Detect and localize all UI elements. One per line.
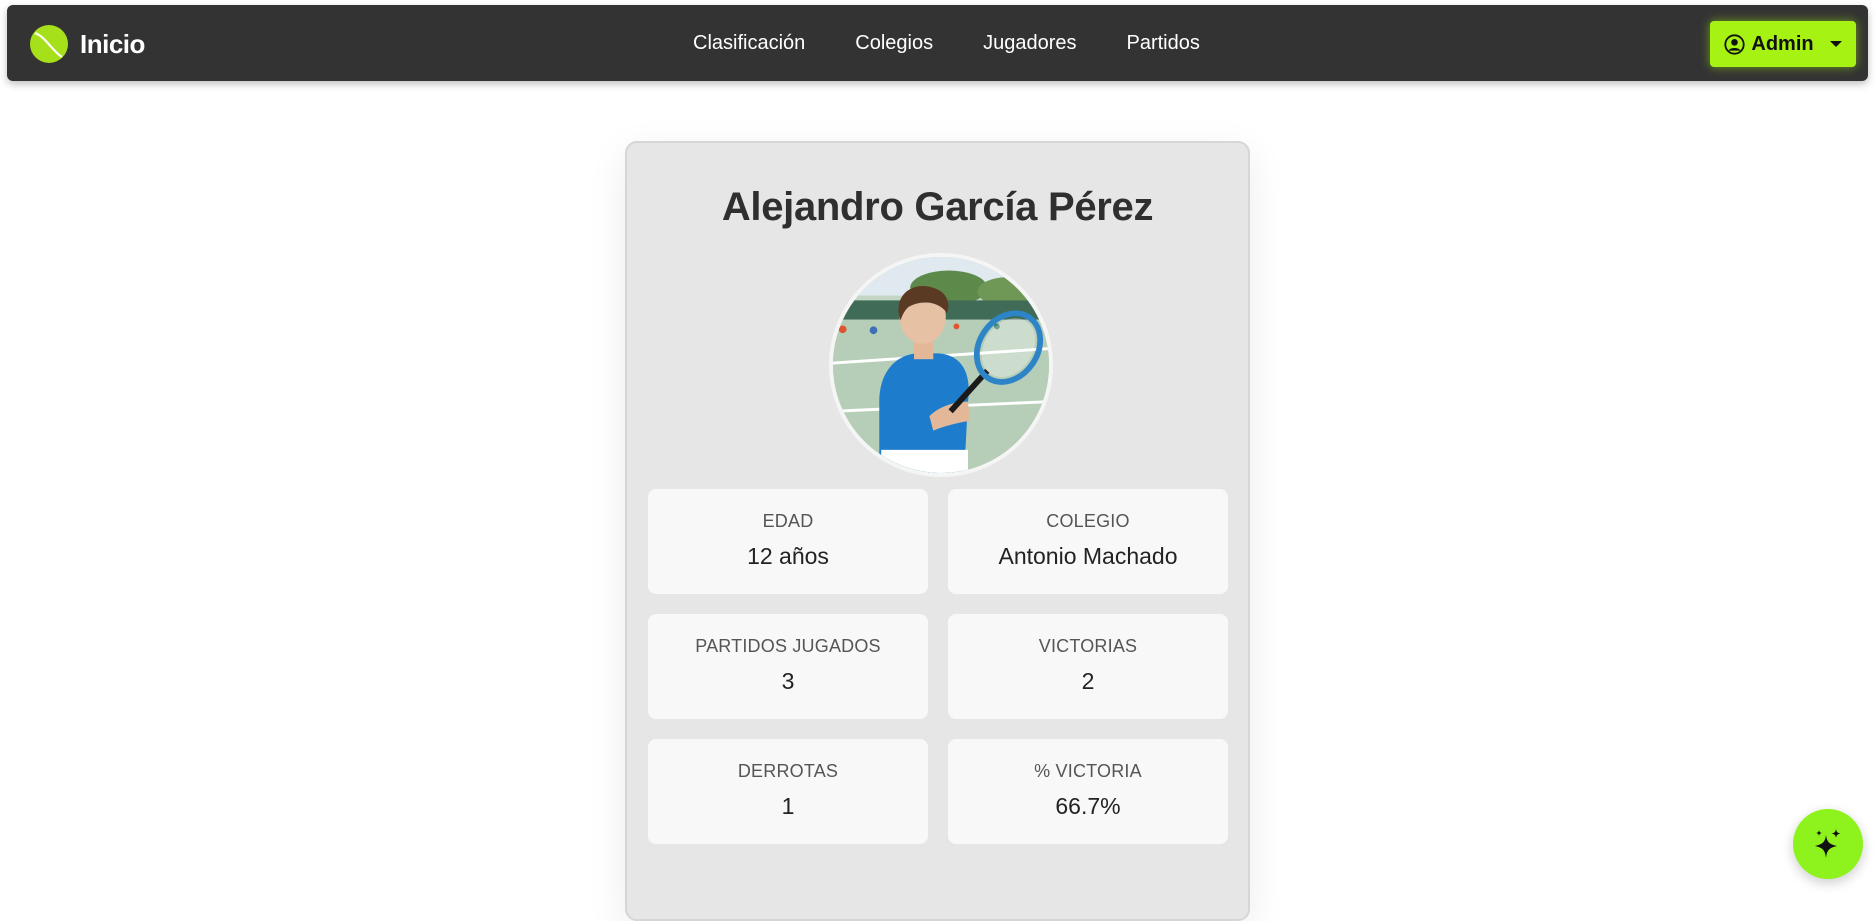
stat-label: % VICTORIA (1034, 761, 1142, 781)
stat-value: Antonio Machado (998, 543, 1178, 569)
stat-label: VICTORIAS (1038, 636, 1138, 656)
stat-label: EDAD (762, 511, 814, 531)
stat-card-losses: DERROTAS 1 (648, 739, 928, 844)
stat-value: 2 (1081, 668, 1095, 694)
nav-link-colegios[interactable]: Colegios (855, 32, 933, 55)
caret-down-icon (1829, 41, 1842, 47)
stat-card-wins: VICTORIAS 2 (948, 614, 1228, 719)
sparkles-icon (1815, 829, 1841, 858)
stat-label: DERROTAS (737, 761, 839, 781)
player-profile-card: Alejandro García Pérez EDAD 12 años COLE… (625, 141, 1250, 921)
home-link[interactable]: Inicio (29, 24, 145, 64)
nav-link-jugadores[interactable]: Jugadores (983, 32, 1076, 55)
top-navbar: Inicio Clasificación Colegios Jugadores … (7, 5, 1868, 81)
player-photo (833, 257, 1049, 473)
stat-card-win-percentage: % VICTORIA 66.7% (948, 739, 1228, 844)
stat-card-school: COLEGIO Antonio Machado (948, 489, 1228, 594)
admin-label: Admin (1751, 32, 1814, 55)
nav-link-partidos[interactable]: Partidos (1127, 32, 1200, 55)
user-circle-icon (1724, 33, 1745, 55)
tennis-ball-icon (30, 25, 68, 63)
stat-label: COLEGIO (1046, 511, 1130, 531)
stat-value: 3 (781, 668, 795, 694)
stat-value: 66.7% (1055, 793, 1121, 819)
brand-label: Inicio (80, 28, 145, 59)
main-nav: Clasificación Colegios Jugadores Partido… (693, 5, 1200, 81)
stat-value: 1 (781, 793, 795, 819)
player-name: Alejandro García Pérez (721, 185, 1154, 229)
stat-label: PARTIDOS JUGADOS (695, 636, 881, 656)
stat-value: 12 años (747, 543, 829, 569)
admin-dropdown-button[interactable]: Admin (1710, 21, 1856, 67)
stat-card-matches-played: PARTIDOS JUGADOS 3 (648, 614, 928, 719)
nav-link-clasificacion[interactable]: Clasificación (693, 32, 805, 55)
stat-card-age: EDAD 12 años (648, 489, 928, 594)
player-avatar (829, 253, 1053, 477)
ai-assistant-button[interactable] (1793, 809, 1863, 879)
